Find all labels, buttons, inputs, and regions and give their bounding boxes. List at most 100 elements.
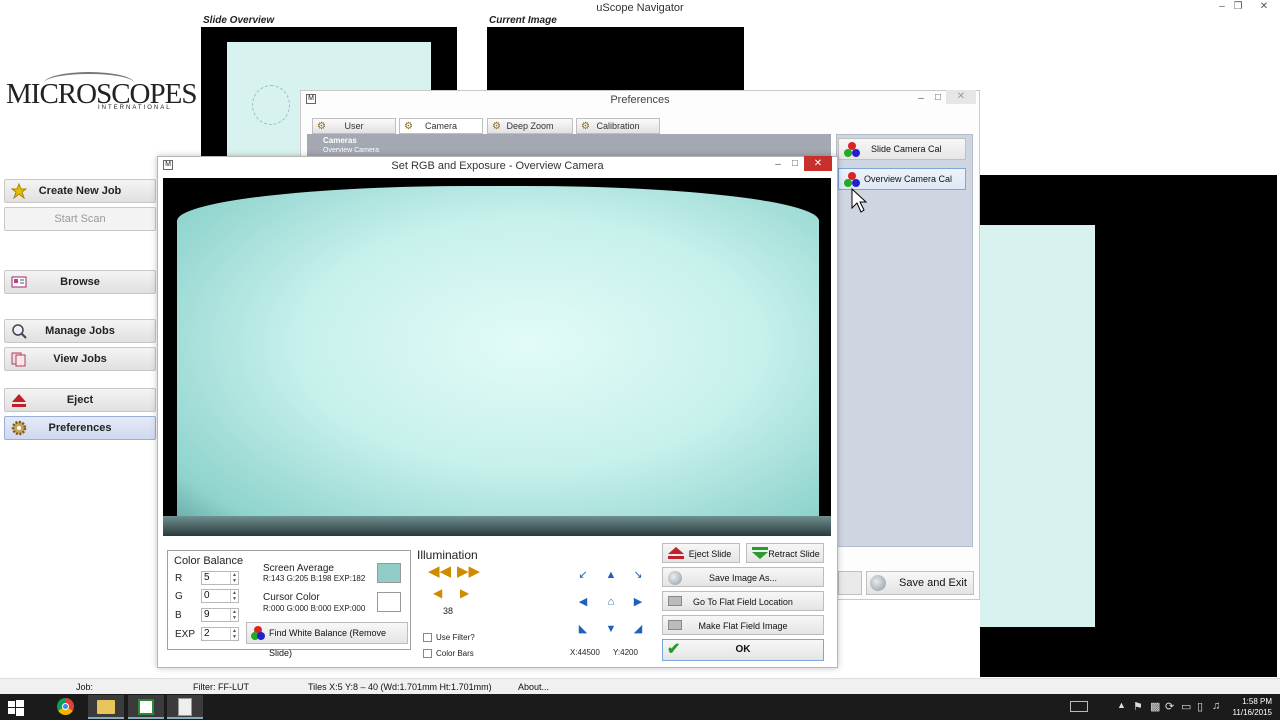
r-spinner[interactable]: 5 ▲ ▼ <box>201 571 239 585</box>
dialog-close-button[interactable]: ✕ <box>804 156 832 171</box>
slide-icon <box>668 596 682 606</box>
illumination-title: Illumination <box>417 548 478 562</box>
create-new-job-button[interactable]: Create New Job <box>4 179 156 203</box>
ok-button[interactable]: ✔ OK <box>662 639 824 661</box>
volume-icon[interactable]: ♫ <box>1212 700 1220 712</box>
eject-button[interactable]: Eject <box>4 388 156 412</box>
power-icon[interactable]: ▯ <box>1197 700 1203 713</box>
sync-icon[interactable]: ⟳ <box>1165 700 1174 713</box>
rgb-icon <box>843 171 861 189</box>
start-scan-button[interactable]: Start Scan <box>4 207 156 231</box>
clock[interactable]: 1:58 PM 11/16/2015 <box>1233 696 1272 718</box>
file-explorer-taskbar-button[interactable] <box>88 695 124 719</box>
go-to-flat-field-label: Go To Flat Field Location <box>693 597 793 607</box>
preferences-minimize-button[interactable]: – <box>915 93 927 104</box>
slide-camera-cal-button[interactable]: Slide Camera Cal <box>838 138 966 160</box>
action-center-icon[interactable]: ⚑ <box>1133 700 1143 713</box>
illumination-decrease-fast-button[interactable]: ◀◀ <box>428 562 451 580</box>
use-filter-checkbox[interactable] <box>423 633 432 642</box>
slide-camera-cal-label: Slide Camera Cal <box>871 144 942 154</box>
save-image-as-button[interactable]: Save Image As... <box>662 567 824 587</box>
home-icon[interactable]: ⌂ <box>600 592 622 612</box>
camera-live-view[interactable] <box>163 178 831 536</box>
illumination-decrease-button[interactable]: ◀ <box>433 586 442 600</box>
move-down-right-button[interactable]: ◢ <box>627 619 649 639</box>
overview-camera-cal-button[interactable]: Overview Camera Cal <box>838 168 966 190</box>
about-link[interactable]: About... <box>518 682 549 692</box>
go-to-flat-field-button[interactable]: Go To Flat Field Location <box>662 591 824 611</box>
view-jobs-button[interactable]: View Jobs <box>4 347 156 371</box>
screen-average-value: R:143 G:205 B:198 EXP:182 <box>263 574 366 583</box>
checkmark-icon: ✔ <box>667 641 681 658</box>
illumination-increase-button[interactable]: ▶ <box>460 586 469 600</box>
document-taskbar-button[interactable] <box>167 695 203 719</box>
eject-slide-button[interactable]: Eject Slide <box>662 543 740 563</box>
restore-button[interactable]: ❐ <box>1232 1 1244 12</box>
start-button[interactable] <box>0 695 32 719</box>
manage-jobs-button[interactable]: Manage Jobs <box>4 319 156 343</box>
browse-button[interactable]: Browse <box>4 270 156 294</box>
tab-deep-zoom-label: Deep Zoom <box>506 121 554 131</box>
retract-slide-button[interactable]: Retract Slide <box>746 543 824 563</box>
find-white-balance-button[interactable]: Find White Balance (Remove Slide) <box>246 622 408 658</box>
network-icon[interactable]: ▩ <box>1150 700 1160 713</box>
preferences-button[interactable]: Preferences <box>4 416 156 440</box>
slide-preview-image <box>980 225 1095 627</box>
tissue-sample <box>252 85 290 125</box>
tab-calibration[interactable]: ⚙ Calibration <box>576 118 660 134</box>
move-left-button[interactable]: ◀ <box>572 592 594 612</box>
color-bars-checkbox[interactable] <box>423 649 432 658</box>
display-icon[interactable]: ▭ <box>1181 700 1191 713</box>
minimize-button[interactable]: – <box>1216 1 1228 12</box>
move-right-button[interactable]: ▶ <box>627 592 649 612</box>
close-button[interactable]: ✕ <box>1258 1 1270 12</box>
company-logo: MICROSCOPES INTERNATIONAL <box>4 72 197 122</box>
gear-icon: ⚙ <box>492 121 501 132</box>
create-new-job-label: Create New Job <box>38 185 122 197</box>
tree-item-overview-camera[interactable]: Overview Camera <box>323 147 379 154</box>
move-up-left-button[interactable]: ↙ <box>572 565 594 585</box>
move-down-button[interactable]: ▼ <box>600 619 622 639</box>
eject-icon <box>667 546 685 567</box>
show-hidden-icons-button[interactable]: ▲ <box>1117 700 1126 710</box>
eject-label: Eject <box>66 394 94 406</box>
star-icon <box>10 182 28 200</box>
preferences-title: Preferences <box>610 94 670 106</box>
dialog-maximize-button[interactable]: □ <box>789 158 801 169</box>
move-down-left-button[interactable]: ◣ <box>572 619 594 639</box>
eject-icon <box>11 392 27 408</box>
b-spinner[interactable]: 9 ▲ ▼ <box>201 608 239 622</box>
g-spinner[interactable]: 0 ▲ ▼ <box>201 589 239 603</box>
camera-tree[interactable]: Cameras Overview Camera <box>307 134 831 156</box>
keyboard-icon[interactable] <box>1070 701 1088 712</box>
save-image-as-label: Save Image As... <box>708 573 778 583</box>
move-up-button[interactable]: ▲ <box>600 565 622 585</box>
disk-icon <box>668 571 682 585</box>
dialog-minimize-button[interactable]: – <box>772 159 784 170</box>
uscope-taskbar-button[interactable] <box>128 695 164 719</box>
partial-button[interactable] <box>838 571 862 595</box>
b-value: 9 <box>204 609 210 620</box>
exp-label: EXP <box>175 629 196 640</box>
b-label: B <box>175 610 182 621</box>
manage-jobs-label: Manage Jobs <box>45 325 115 337</box>
exp-spinner[interactable]: 2 ▲ ▼ <box>201 627 239 641</box>
tab-deep-zoom[interactable]: ⚙ Deep Zoom <box>487 118 573 134</box>
illumination-increase-fast-button[interactable]: ▶▶ <box>457 562 480 580</box>
tab-camera[interactable]: ⚙ Camera <box>399 118 483 134</box>
browse-label: Browse <box>60 276 100 288</box>
move-up-right-button[interactable]: ↘ <box>627 565 649 585</box>
color-bars-label: Color Bars <box>436 649 474 658</box>
make-flat-field-button[interactable]: Make Flat Field Image <box>662 615 824 635</box>
preferences-close-button[interactable]: ✕ <box>946 90 976 104</box>
current-image-panel[interactable] <box>487 27 744 91</box>
preferences-maximize-button[interactable]: □ <box>932 92 944 103</box>
tab-user[interactable]: ⚙ User <box>312 118 396 134</box>
tab-user-label: User <box>344 121 364 131</box>
chrome-taskbar-button[interactable] <box>47 695 83 719</box>
current-image-label: Current Image <box>489 15 557 26</box>
gear-icon <box>11 420 27 436</box>
tree-item-cameras[interactable]: Cameras <box>323 136 357 145</box>
make-flat-field-label: Make Flat Field Image <box>698 621 788 631</box>
r-value: 5 <box>204 572 210 583</box>
